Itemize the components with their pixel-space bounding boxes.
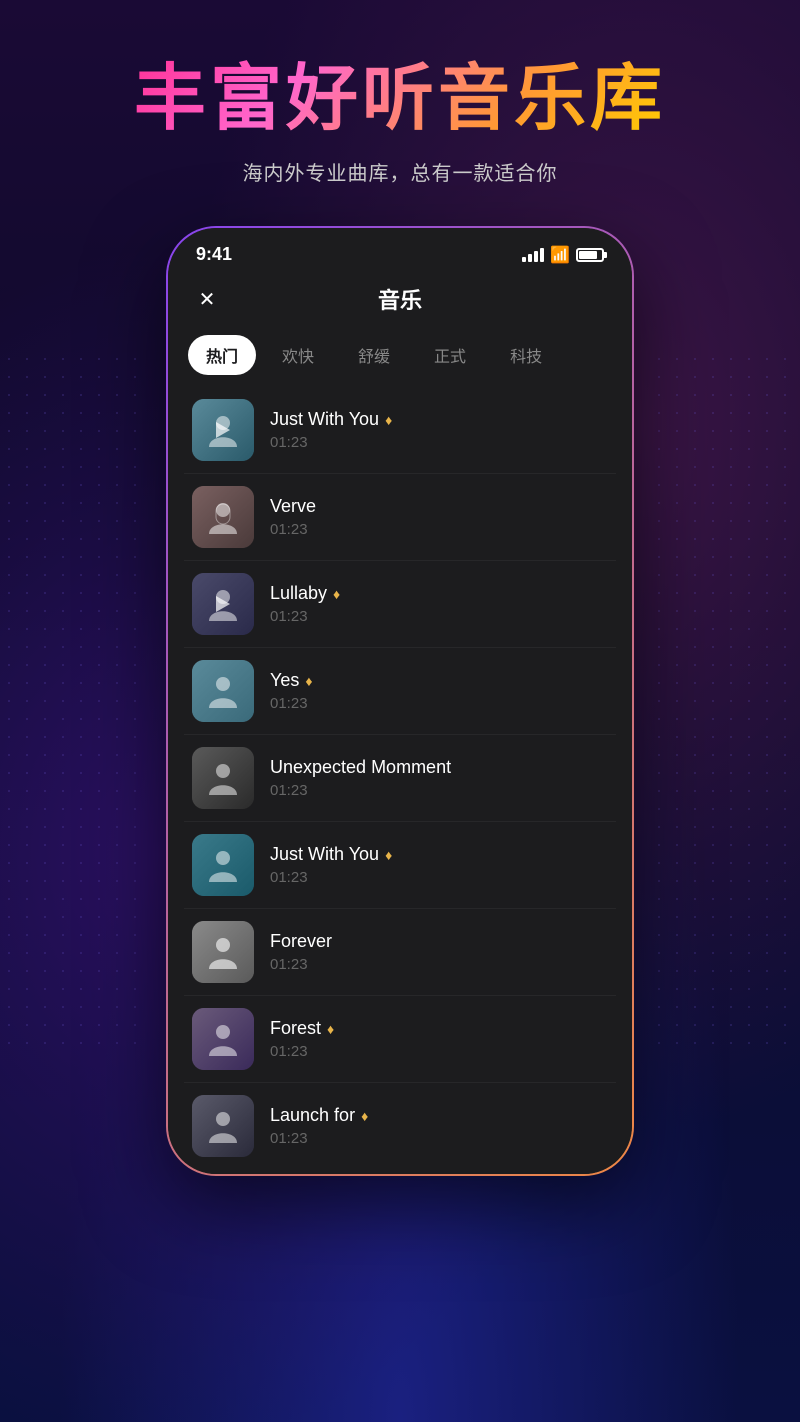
list-item[interactable]: Unexpected Momment 01:23 <box>184 735 616 822</box>
album-art-6 <box>192 834 254 896</box>
list-item[interactable]: Verve 01:23 <box>184 474 616 561</box>
music-name-7: Forever <box>270 931 332 952</box>
close-button[interactable]: ✕ <box>192 284 222 314</box>
status-bar: 9:41 📶 <box>168 228 632 273</box>
list-item[interactable]: Just With You ♦ 01:23 <box>184 822 616 909</box>
music-info-5: Unexpected Momment 01:23 <box>270 757 608 799</box>
music-duration-9: 01:23 <box>270 1130 608 1147</box>
list-item[interactable]: Launch for ♦ 01:23 <box>184 1083 616 1169</box>
vip-icon-8: ♦ <box>327 1021 334 1037</box>
wifi-icon: 📶 <box>550 245 570 265</box>
status-time: 9:41 <box>196 244 232 265</box>
album-art-2 <box>192 486 254 548</box>
phone-screen: 9:41 📶 <box>168 228 632 1174</box>
main-title: 丰富好听音乐库 <box>134 60 666 139</box>
album-art-4 <box>192 660 254 722</box>
music-duration-2: 01:23 <box>270 521 608 538</box>
status-icons: 📶 <box>522 245 604 265</box>
music-name-6: Just With You <box>270 844 379 865</box>
list-item[interactable]: Forever 01:23 <box>184 909 616 996</box>
music-info-4: Yes ♦ 01:23 <box>270 670 608 712</box>
page-content: 丰富好听音乐库 海内外专业曲库，总有一款适合你 9:41 📶 <box>0 0 800 1422</box>
category-tabs: 热门 欢快 舒缓 正式 科技 <box>168 327 632 387</box>
phone-wrapper: 9:41 📶 <box>166 226 634 1176</box>
album-art-3 <box>192 573 254 635</box>
album-art-9 <box>192 1095 254 1157</box>
vip-icon-9: ♦ <box>361 1108 368 1124</box>
list-item[interactable]: Just With You ♦ 01:23 <box>184 387 616 474</box>
music-info-2: Verve 01:23 <box>270 496 608 538</box>
music-info-3: Lullaby ♦ 01:23 <box>270 583 608 625</box>
music-duration-7: 01:23 <box>270 956 608 973</box>
list-item[interactable]: Yes ♦ 01:23 <box>184 648 616 735</box>
music-name-5: Unexpected Momment <box>270 757 451 778</box>
album-art-8 <box>192 1008 254 1070</box>
music-name-3: Lullaby <box>270 583 327 604</box>
music-name-8: Forest <box>270 1018 321 1039</box>
subtitle: 海内外专业曲库，总有一款适合你 <box>134 157 666 186</box>
music-list: Just With You ♦ 01:23 <box>168 387 632 1174</box>
app-title: 音乐 <box>378 283 422 315</box>
album-art-7 <box>192 921 254 983</box>
music-duration-4: 01:23 <box>270 695 608 712</box>
vip-icon-4: ♦ <box>305 673 312 689</box>
music-info-9: Launch for ♦ 01:23 <box>270 1105 608 1147</box>
tab-calm[interactable]: 舒缓 <box>340 335 408 375</box>
music-name-1: Just With You <box>270 409 379 430</box>
music-name-2: Verve <box>270 496 316 517</box>
phone-frame: 9:41 📶 <box>166 226 634 1176</box>
vip-icon-3: ♦ <box>333 586 340 602</box>
music-duration-3: 01:23 <box>270 608 608 625</box>
music-duration-8: 01:23 <box>270 1043 608 1060</box>
album-art-5 <box>192 747 254 809</box>
music-info-7: Forever 01:23 <box>270 931 608 973</box>
header-section: 丰富好听音乐库 海内外专业曲库，总有一款适合你 <box>134 0 666 186</box>
list-item[interactable]: Forest ♦ 01:23 <box>184 996 616 1083</box>
tab-tech[interactable]: 科技 <box>492 335 560 375</box>
vip-icon-6: ♦ <box>385 847 392 863</box>
album-art-1 <box>192 399 254 461</box>
music-info-1: Just With You ♦ 01:23 <box>270 409 608 451</box>
battery-icon <box>576 248 604 262</box>
music-duration-6: 01:23 <box>270 869 608 886</box>
tab-happy[interactable]: 欢快 <box>264 335 332 375</box>
tab-formal[interactable]: 正式 <box>416 335 484 375</box>
music-info-8: Forest ♦ 01:23 <box>270 1018 608 1060</box>
list-item[interactable]: Lullaby ♦ 01:23 <box>184 561 616 648</box>
tab-hot[interactable]: 热门 <box>188 335 256 375</box>
music-name-9: Launch for <box>270 1105 355 1126</box>
music-info-6: Just With You ♦ 01:23 <box>270 844 608 886</box>
signal-icon <box>522 248 544 262</box>
music-duration-1: 01:23 <box>270 434 608 451</box>
music-duration-5: 01:23 <box>270 782 608 799</box>
vip-icon-1: ♦ <box>385 412 392 428</box>
music-name-4: Yes <box>270 670 299 691</box>
app-header: ✕ 音乐 <box>168 273 632 327</box>
